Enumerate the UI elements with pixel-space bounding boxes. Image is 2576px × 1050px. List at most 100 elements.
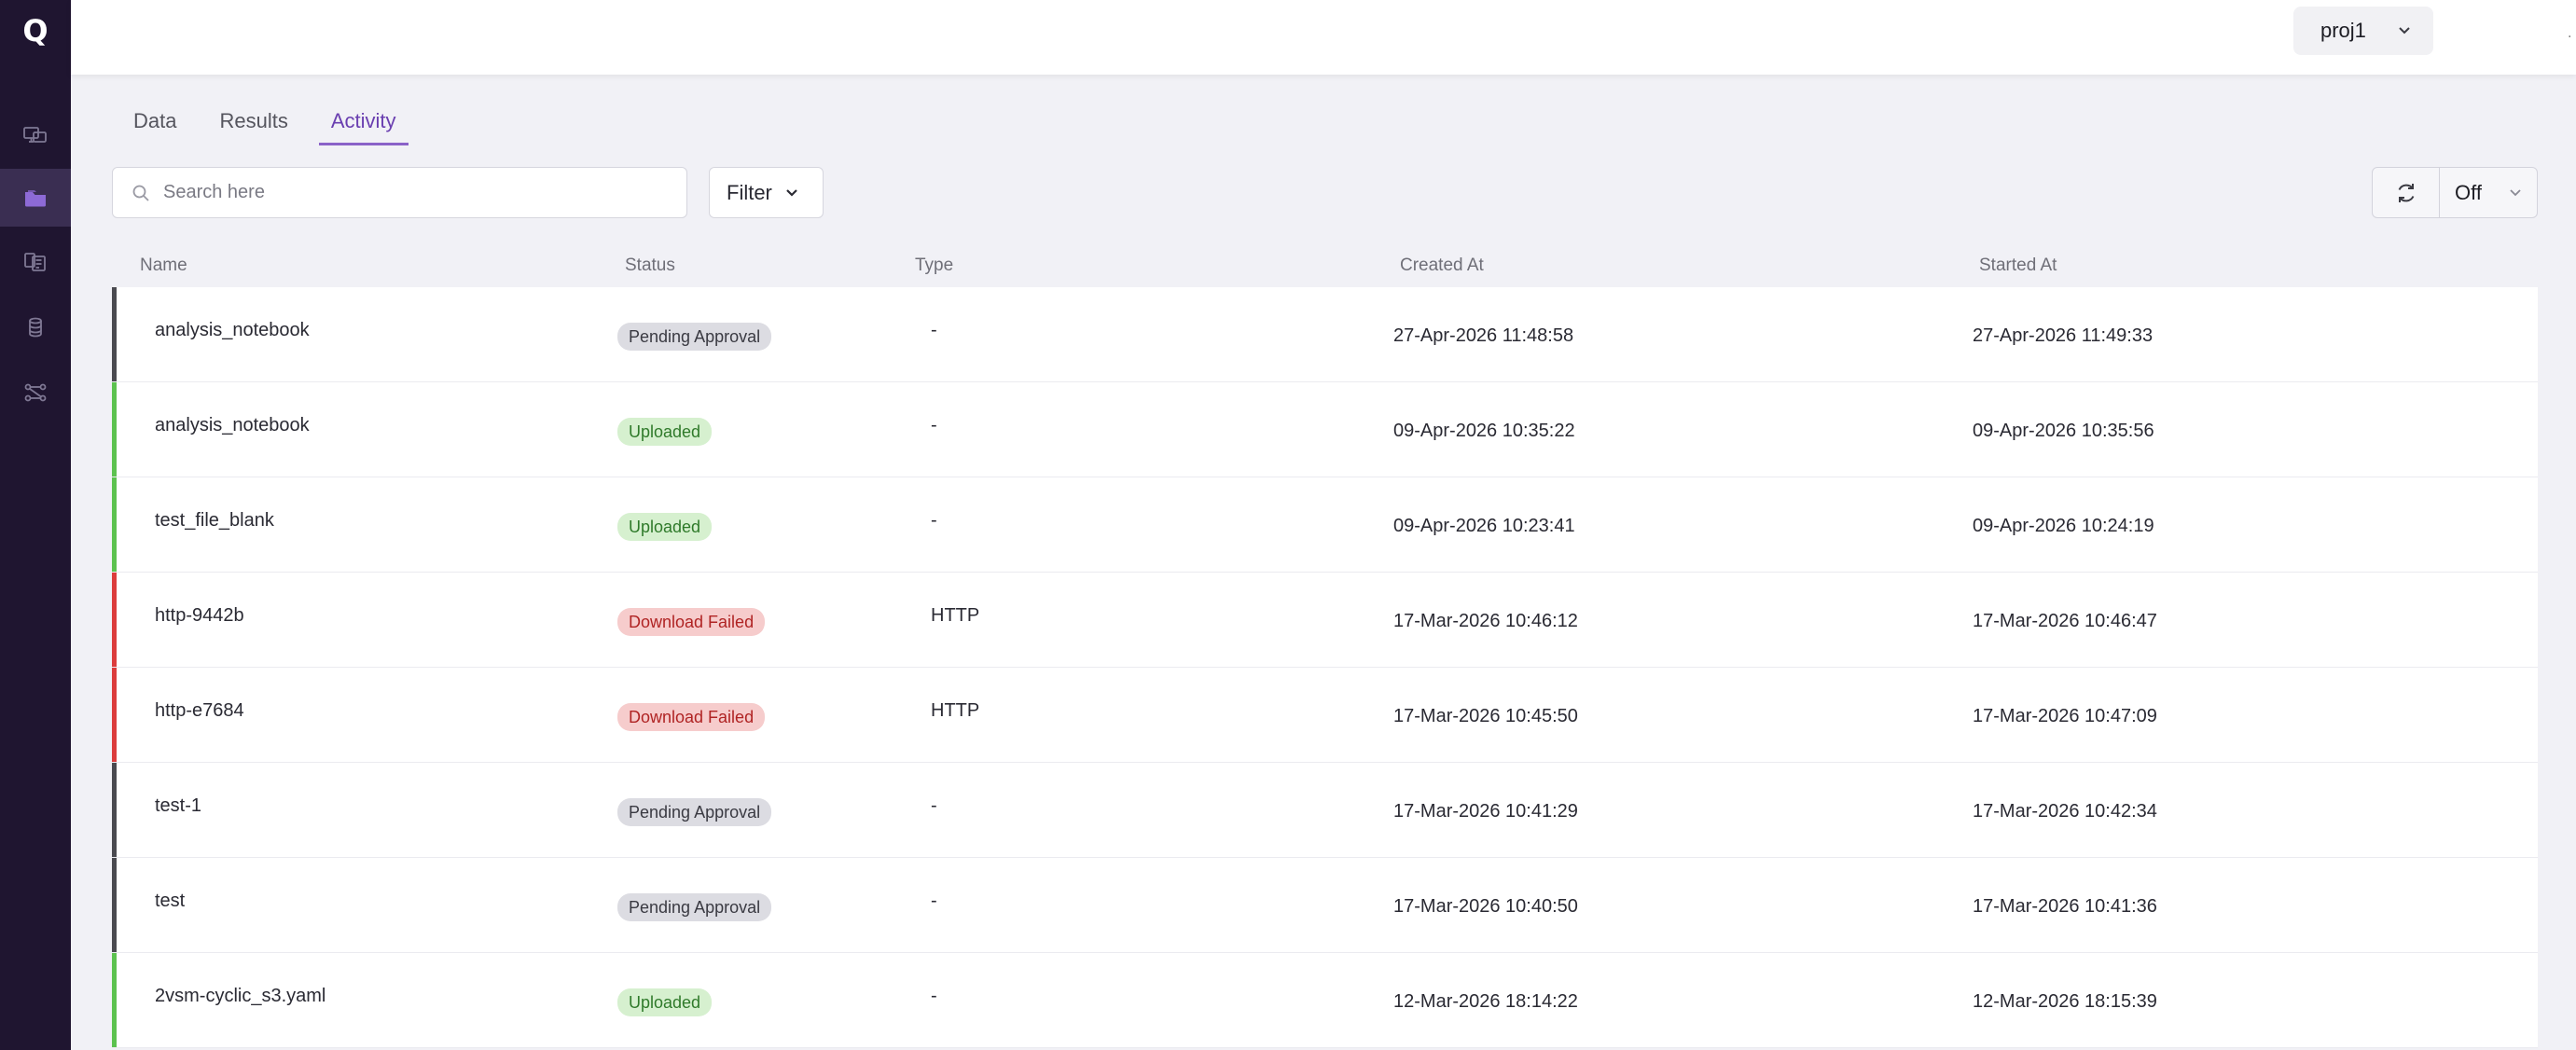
search-box bbox=[112, 167, 687, 218]
workflow-icon bbox=[24, 383, 47, 402]
status-badge: Download Failed bbox=[617, 702, 766, 731]
row-name: test bbox=[155, 891, 186, 911]
monitor-stack-icon bbox=[23, 127, 47, 143]
row-started-at: 17-Mar-2026 10:41:36 bbox=[1973, 896, 2157, 917]
row-name: 2vsm-cyclic_s3.yaml bbox=[155, 986, 326, 1006]
row-status-stripe bbox=[112, 573, 117, 667]
status-badge: Pending Approval bbox=[617, 892, 772, 921]
refresh-interval-value: Off bbox=[2455, 180, 2482, 204]
row-status-stripe bbox=[112, 858, 117, 952]
row-name: test-1 bbox=[155, 795, 202, 816]
row-name: http-e7684 bbox=[155, 700, 244, 721]
table-row[interactable]: analysis_notebook Uploaded - 09-Apr-2026… bbox=[112, 382, 2538, 477]
row-status: Uploaded bbox=[617, 955, 713, 1049]
row-status-stripe bbox=[112, 668, 117, 762]
filter-button-label: Filter bbox=[727, 180, 772, 204]
search-input[interactable] bbox=[163, 182, 648, 203]
row-name: test_file_blank bbox=[155, 510, 274, 531]
row-created-at: 17-Mar-2026 10:46:12 bbox=[1393, 611, 1578, 631]
row-status-stripe bbox=[112, 953, 117, 1047]
row-type: - bbox=[931, 415, 937, 435]
filter-button[interactable]: Filter bbox=[709, 167, 824, 218]
sidebar-item-workflows[interactable] bbox=[0, 364, 71, 421]
row-status: Download Failed bbox=[617, 670, 766, 764]
row-type: - bbox=[931, 320, 937, 340]
row-started-at: 27-Apr-2026 11:49:33 bbox=[1973, 325, 2154, 346]
status-badge: Uploaded bbox=[617, 988, 713, 1016]
row-type: - bbox=[931, 510, 937, 531]
row-started-at: 09-Apr-2026 10:24:19 bbox=[1973, 516, 2154, 536]
row-status: Uploaded bbox=[617, 384, 713, 478]
table-row[interactable]: 2vsm-cyclic_s3.yaml Uploaded - 12-Mar-20… bbox=[112, 953, 2538, 1048]
sidebar-item-notebooks[interactable] bbox=[0, 233, 71, 291]
column-header-type[interactable]: Type bbox=[915, 244, 953, 287]
row-started-at: 09-Apr-2026 10:35:56 bbox=[1973, 421, 2154, 441]
row-started-at: 17-Mar-2026 10:46:47 bbox=[1973, 611, 2157, 631]
notebook-icon bbox=[24, 253, 46, 271]
row-started-at: 12-Mar-2026 18:15:39 bbox=[1973, 991, 2157, 1012]
activity-table-body: analysis_notebook Pending Approval - 27-… bbox=[112, 287, 2538, 1048]
row-status: Uploaded bbox=[617, 479, 713, 573]
row-created-at: 12-Mar-2026 18:14:22 bbox=[1393, 991, 1578, 1012]
project-selector[interactable]: proj1 bbox=[2293, 7, 2433, 55]
corner-mark: . bbox=[2568, 26, 2572, 41]
table-row[interactable]: analysis_notebook Pending Approval - 27-… bbox=[112, 287, 2538, 382]
row-type: - bbox=[931, 986, 937, 1006]
sidebar: Q bbox=[0, 0, 71, 1050]
column-header-created-at[interactable]: Created At bbox=[1400, 244, 1484, 287]
sidebar-item-databases[interactable] bbox=[0, 298, 71, 356]
project-selector-label: proj1 bbox=[2320, 19, 2366, 42]
table-row[interactable]: http-e7684 Download Failed HTTP 17-Mar-2… bbox=[112, 668, 2538, 763]
row-status-stripe bbox=[112, 763, 117, 857]
row-status: Pending Approval bbox=[617, 765, 772, 859]
row-created-at: 09-Apr-2026 10:35:22 bbox=[1393, 421, 1575, 441]
row-type: - bbox=[931, 795, 937, 816]
row-type: - bbox=[931, 891, 937, 911]
row-status: Pending Approval bbox=[617, 860, 772, 954]
row-started-at: 17-Mar-2026 10:42:34 bbox=[1973, 801, 2157, 822]
status-badge: Uploaded bbox=[617, 512, 713, 541]
database-icon bbox=[29, 317, 42, 338]
row-created-at: 27-Apr-2026 11:48:58 bbox=[1393, 325, 1574, 346]
folder-icon bbox=[25, 190, 46, 207]
tab-activity[interactable]: Activity bbox=[310, 97, 418, 145]
row-created-at: 17-Mar-2026 10:41:29 bbox=[1393, 801, 1578, 822]
top-header: proj1 bbox=[71, 0, 2576, 75]
table-row[interactable]: test Pending Approval - 17-Mar-2026 10:4… bbox=[112, 858, 2538, 953]
row-status-stripe bbox=[112, 477, 117, 572]
auto-refresh-control: Off bbox=[2372, 167, 2538, 218]
sidebar-item-files[interactable] bbox=[0, 169, 71, 227]
tab-data[interactable]: Data bbox=[112, 97, 198, 145]
row-type: HTTP bbox=[931, 700, 980, 721]
table-row[interactable]: test-1 Pending Approval - 17-Mar-2026 10… bbox=[112, 763, 2538, 858]
refresh-icon bbox=[2398, 183, 2414, 202]
row-status: Download Failed bbox=[617, 574, 766, 669]
row-status-stripe bbox=[112, 287, 117, 381]
tab-results[interactable]: Results bbox=[198, 97, 309, 145]
sidebar-item-compute[interactable] bbox=[0, 107, 71, 165]
status-badge: Uploaded bbox=[617, 417, 713, 446]
column-header-started-at[interactable]: Started At bbox=[1979, 244, 2057, 287]
table-row[interactable]: http-9442b Download Failed HTTP 17-Mar-2… bbox=[112, 573, 2538, 668]
refresh-interval-select[interactable]: Off bbox=[2440, 168, 2537, 217]
chevron-down-icon bbox=[786, 188, 797, 197]
row-type: HTTP bbox=[931, 605, 980, 626]
status-badge: Pending Approval bbox=[617, 322, 772, 351]
row-name: analysis_notebook bbox=[155, 415, 310, 435]
column-header-status[interactable]: Status bbox=[625, 244, 675, 287]
table-row[interactable]: test_file_blank Uploaded - 09-Apr-2026 1… bbox=[112, 477, 2538, 573]
status-badge: Download Failed bbox=[617, 607, 766, 636]
row-status: Pending Approval bbox=[617, 289, 772, 383]
row-status-stripe bbox=[112, 382, 117, 477]
row-created-at: 17-Mar-2026 10:45:50 bbox=[1393, 706, 1578, 726]
app-logo[interactable]: Q bbox=[0, 7, 71, 54]
status-badge: Pending Approval bbox=[617, 797, 772, 826]
column-header-name[interactable]: Name bbox=[140, 244, 187, 287]
search-icon bbox=[132, 185, 149, 201]
refresh-button[interactable] bbox=[2373, 168, 2440, 217]
chevron-down-icon bbox=[2510, 189, 2521, 197]
section-tabs: Data Results Activity bbox=[112, 97, 418, 145]
row-created-at: 17-Mar-2026 10:40:50 bbox=[1393, 896, 1578, 917]
row-created-at: 09-Apr-2026 10:23:41 bbox=[1393, 516, 1575, 536]
row-name: analysis_notebook bbox=[155, 320, 310, 340]
